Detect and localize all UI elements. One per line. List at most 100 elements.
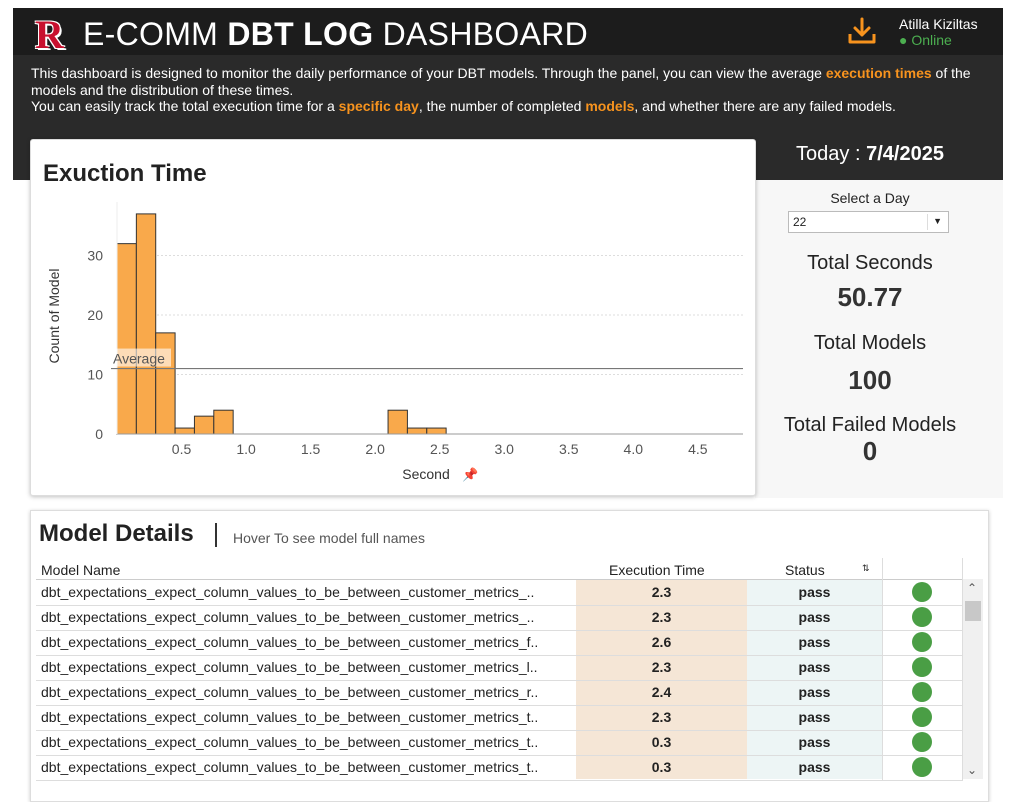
execution-time-histogram[interactable]: 0 10 20 30 0.5 1.0 1.5 2.0 2.5 3.0 3.5 4.0 4.5 Averag…	[31, 140, 755, 495]
col-header-model-name[interactable]: Model Name	[41, 562, 120, 578]
chevron-up-icon[interactable]: ⌃	[967, 581, 977, 595]
execution-time-cell: 2.3	[651, 584, 672, 600]
execution-time-cell: 2.3	[651, 709, 672, 725]
execution-time-cell: 0.3	[651, 759, 672, 775]
model-name-cell[interactable]: dbt_expectations_expect_column_values_to…	[41, 734, 576, 750]
desc-text: You can easily track the total execution…	[31, 98, 335, 114]
desc-text: This dashboard is designed to monitor th…	[31, 65, 822, 81]
user-name: Atilla Kiziltas	[899, 16, 978, 32]
day-select-value: 22	[793, 215, 807, 229]
y-axis-label: Count of Model	[46, 269, 62, 364]
title-suffix: DASHBOARD	[382, 16, 589, 52]
day-select[interactable]: 22 ▼	[788, 211, 949, 233]
status-cell: pass	[798, 709, 831, 725]
title-bold: DBT LOG	[227, 16, 374, 52]
status-dot-icon	[912, 632, 932, 652]
total-seconds-label: Total Seconds	[807, 252, 933, 274]
column-divider	[882, 558, 883, 780]
status-cell: pass	[798, 684, 831, 700]
title-bar: R E-COMM DBT LOG DASHBOARD Atilla Kizilt…	[13, 8, 1003, 55]
sort-icon[interactable]: ⇅	[862, 563, 870, 574]
col-header-execution-time[interactable]: Execution Time	[609, 562, 705, 578]
model-name-cell[interactable]: dbt_expectations_expect_column_values_to…	[41, 659, 576, 675]
total-models-value: 100	[848, 365, 892, 395]
table-row[interactable]: dbt_expectations_expect_column_values_to…	[36, 580, 963, 606]
select-divider	[927, 214, 928, 230]
chevron-down-icon[interactable]: ▼	[933, 216, 942, 226]
average-label: Average	[113, 351, 165, 367]
model-name-cell[interactable]: dbt_expectations_expect_column_values_to…	[41, 584, 576, 600]
table-row[interactable]: dbt_expectations_expect_column_values_to…	[36, 755, 963, 781]
histogram-bar[interactable]	[406, 427, 428, 435]
title-divider	[215, 523, 217, 547]
x-tick-label: 4.5	[688, 441, 708, 457]
execution-time-chart-card: Exuction Time 0 10 20 30 0.5 1.0 1.5 2.0 2.5 3.0 3…	[30, 139, 756, 496]
status-cell: pass	[798, 609, 831, 625]
table-row[interactable]: dbt_expectations_expect_column_values_to…	[36, 705, 963, 731]
logo: R	[35, 12, 64, 57]
status-dot-icon	[912, 607, 932, 627]
model-name-cell[interactable]: dbt_expectations_expect_column_values_to…	[41, 634, 576, 650]
table-header: Model Name Execution Time Status ⇅	[36, 558, 963, 580]
model-name-cell[interactable]: dbt_expectations_expect_column_values_to…	[41, 609, 576, 625]
table-row[interactable]: dbt_expectations_expect_column_values_to…	[36, 680, 963, 706]
table-scrollbar[interactable]: ⌃ ⌄	[963, 579, 983, 779]
user-info[interactable]: Atilla Kiziltas ● Online	[899, 16, 978, 48]
desc-highlight-specific-day: specific day	[338, 98, 419, 114]
model-name-cell[interactable]: dbt_expectations_expect_column_values_to…	[41, 759, 576, 775]
model-details-card: Model Details Hover To see model full na…	[30, 510, 989, 802]
x-tick-label: 2.5	[430, 441, 450, 457]
x-tick-label: 4.0	[624, 441, 644, 457]
execution-time-cell: 2.3	[651, 659, 672, 675]
y-tick-label: 10	[87, 367, 103, 383]
status-cell: pass	[798, 634, 831, 650]
histogram-bar[interactable]	[387, 409, 408, 435]
x-tick-label: 3.5	[559, 441, 579, 457]
total-failed-label: Total Failed Models	[783, 414, 957, 436]
histogram-bar[interactable]	[135, 213, 157, 435]
model-name-cell[interactable]: dbt_expectations_expect_column_values_to…	[41, 684, 576, 700]
status-dot-icon	[912, 757, 932, 777]
scrollbar-thumb[interactable]	[965, 601, 981, 621]
details-title: Model Details	[39, 520, 194, 547]
download-icon[interactable]	[847, 16, 877, 46]
x-tick-label: 1.5	[301, 441, 321, 457]
histogram-bar[interactable]	[174, 427, 195, 435]
today-date: Today : 7/4/2025	[760, 143, 980, 166]
desc-highlight-models: models	[585, 98, 635, 114]
today-label: Today :	[796, 143, 861, 165]
table-row[interactable]: dbt_expectations_expect_column_values_to…	[36, 730, 963, 756]
status-dot-icon	[912, 582, 932, 602]
col-header-status[interactable]: Status	[785, 562, 825, 578]
status-cell: pass	[798, 759, 831, 775]
desc-text: , the number of completed	[418, 98, 582, 114]
page-title: E-COMM DBT LOG DASHBOARD	[83, 16, 588, 52]
histogram-bar[interactable]	[193, 415, 215, 435]
day-select-label: Select a Day	[830, 190, 910, 206]
execution-time-cell: 2.6	[651, 634, 672, 650]
execution-time-cell: 2.4	[651, 684, 672, 700]
histogram-bar[interactable]	[213, 409, 234, 435]
chevron-down-icon[interactable]: ⌄	[967, 763, 977, 777]
table-row[interactable]: dbt_expectations_expect_column_values_to…	[36, 655, 963, 681]
x-tick-label: 0.5	[172, 441, 192, 457]
table-row[interactable]: dbt_expectations_expect_column_values_to…	[36, 605, 963, 631]
x-axis-label: Second	[402, 466, 449, 482]
total-failed-value: 0	[862, 436, 878, 466]
status-dot-icon	[912, 732, 932, 752]
model-name-cell[interactable]: dbt_expectations_expect_column_values_to…	[41, 709, 576, 725]
y-tick-label: 0	[95, 426, 103, 442]
histogram-bar[interactable]	[116, 243, 137, 435]
execution-time-cell: 0.3	[651, 734, 672, 750]
status-dot-icon	[912, 682, 932, 702]
status-cell: pass	[798, 584, 831, 600]
total-models-label: Total Models	[813, 332, 927, 354]
status-cell: pass	[798, 734, 831, 750]
table-row[interactable]: dbt_expectations_expect_column_values_to…	[36, 630, 963, 656]
histogram-bar[interactable]	[426, 427, 447, 435]
execution-time-cell: 2.3	[651, 609, 672, 625]
desc-highlight-execution-times: execution times	[825, 65, 932, 81]
total-seconds-value: 50.77	[837, 282, 903, 312]
pin-icon[interactable]: 📌	[462, 466, 478, 483]
histogram-bar[interactable]	[155, 332, 176, 435]
